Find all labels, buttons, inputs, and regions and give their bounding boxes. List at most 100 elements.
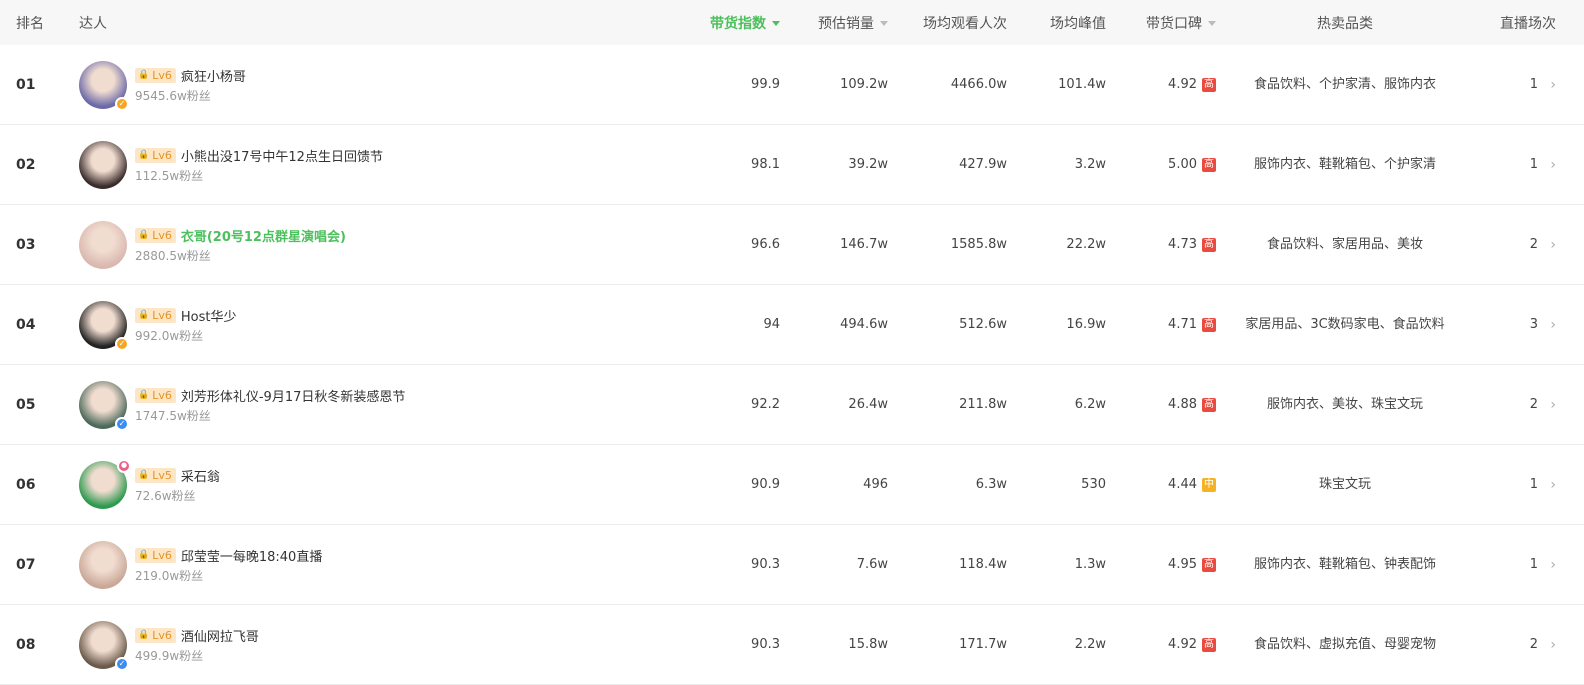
talent-info: 🔒 Lv6 刘芳形体礼仪-9月17日秋冬新装感恩节 1747.5w粉丝 <box>135 365 405 444</box>
talent-name-link[interactable]: 小熊出没17号中午12点生日回馈节 <box>181 146 383 165</box>
chevron-right-icon[interactable]: › <box>1550 285 1556 364</box>
avg-peak-value: 1.3w <box>1074 557 1106 572</box>
reputation-score: 4.92 <box>1168 77 1197 92</box>
sales-value: 496 <box>863 477 888 492</box>
talent-name-link[interactable]: 酒仙网拉飞哥 <box>181 626 259 645</box>
table-row[interactable]: 05 ✓ 🔒 Lv6 刘芳形体礼仪-9月17日秋冬新装感恩节 1747.5w粉丝 … <box>0 365 1584 445</box>
reputation-tag: 高 <box>1202 637 1216 652</box>
chevron-right-icon[interactable]: › <box>1550 365 1556 444</box>
avatar[interactable]: ✓ <box>79 300 129 351</box>
header-index-label: 带货指数 <box>710 15 766 32</box>
reputation-cell: 4.88 高 <box>1168 365 1216 444</box>
talent-name-link[interactable]: 刘芳形体礼仪-9月17日秋冬新装感恩节 <box>181 386 406 405</box>
header-hot-category: 热卖品类 <box>1317 15 1373 32</box>
talent-name-link[interactable]: 采石翁 <box>181 466 220 485</box>
index-value: 96.6 <box>751 237 780 252</box>
lock-icon: 🔒 <box>138 69 150 80</box>
index-value: 98.1 <box>751 157 780 172</box>
level-label: Lv6 <box>152 548 172 562</box>
sessions-count: 1 <box>1529 77 1538 92</box>
fans-count: 72.6w粉丝 <box>135 489 196 503</box>
avatar-cell[interactable]: ✓ <box>79 45 129 124</box>
table-body: 01 ✓ 🔒 Lv6 疯狂小杨哥 9545.6w粉丝 99.9 109.2w 44… <box>0 45 1584 685</box>
avatar-cell[interactable] <box>79 525 127 604</box>
sales-value: 109.2w <box>840 77 888 92</box>
talent-name-link[interactable]: 疯狂小杨哥 <box>181 66 246 85</box>
hot-category: 服饰内衣、美妆、珠宝文玩 <box>1266 396 1423 412</box>
chevron-right-icon[interactable]: › <box>1550 525 1556 604</box>
avatar-cell[interactable] <box>79 205 127 284</box>
lock-icon: 🔒 <box>138 309 150 320</box>
level-label: Lv6 <box>152 308 172 322</box>
level-badge: 🔒 Lv6 <box>135 147 176 163</box>
table-row[interactable]: 01 ✓ 🔒 Lv6 疯狂小杨哥 9545.6w粉丝 99.9 109.2w 44… <box>0 45 1584 125</box>
avatar[interactable]: ✓ <box>79 620 129 671</box>
sales-value: 7.6w <box>856 557 888 572</box>
avatar-cell[interactable]: ✓ <box>79 365 129 444</box>
reputation-score: 4.71 <box>1168 317 1197 332</box>
reputation-score: 4.92 <box>1168 637 1197 652</box>
table-row[interactable]: 04 ✓ 🔒 Lv6 Host华少 992.0w粉丝 94 494.6w 512.… <box>0 285 1584 365</box>
reputation-tag: 高 <box>1202 157 1216 172</box>
header-sort-reputation[interactable]: 带货口碑 <box>1146 0 1216 45</box>
sort-desc-icon <box>772 20 780 26</box>
fans-count: 2880.5w粉丝 <box>135 249 211 263</box>
table-row[interactable]: 03 🔒 Lv6 衣哥(20号12点群星演唱会) 2880.5w粉丝 96.6 1… <box>0 205 1584 285</box>
avatar-cell[interactable]: ✓ <box>79 285 129 364</box>
rank-number: 04 <box>16 316 36 333</box>
avatar[interactable] <box>79 540 127 589</box>
index-value: 99.9 <box>751 77 780 92</box>
avatar[interactable]: ✓ <box>79 380 129 431</box>
chevron-right-icon[interactable]: › <box>1550 125 1556 204</box>
reputation-cell: 4.73 高 <box>1168 205 1216 284</box>
fans-count: 9545.6w粉丝 <box>135 89 211 103</box>
avatar[interactable]: ✓ <box>79 60 129 111</box>
chevron-right-icon[interactable]: › <box>1550 605 1556 684</box>
avg-peak-value: 101.4w <box>1058 77 1106 92</box>
fans-count: 219.0w粉丝 <box>135 569 204 583</box>
avg-view-value: 512.6w <box>959 317 1007 332</box>
table-row[interactable]: 07 🔒 Lv6 邱莹莹一每晚18:40直播 219.0w粉丝 90.3 7.6w… <box>0 525 1584 605</box>
ranking-table: 排名 达人 带货指数 预估销量 场均观看人次 场均峰值 带货口碑 热卖品类 直播… <box>0 0 1584 685</box>
header-sort-index[interactable]: 带货指数 <box>710 0 780 45</box>
avatar[interactable]: ● <box>79 458 131 509</box>
index-value: 90.9 <box>751 477 780 492</box>
reputation-cell: 5.00 高 <box>1168 125 1216 204</box>
avg-peak-value: 22.2w <box>1066 237 1106 252</box>
sessions-count: 3 <box>1529 317 1538 332</box>
avg-view-value: 427.9w <box>959 157 1007 172</box>
chevron-right-icon[interactable]: › <box>1550 205 1556 284</box>
avatar-cell[interactable]: ✓ <box>79 605 129 684</box>
talent-info: 🔒 Lv6 疯狂小杨哥 9545.6w粉丝 <box>135 45 246 124</box>
talent-name-link[interactable]: 衣哥(20号12点群星演唱会) <box>181 226 346 245</box>
avatar-cell[interactable]: ● <box>79 445 131 524</box>
rank-number: 03 <box>16 236 36 253</box>
chevron-right-icon[interactable]: › <box>1550 45 1556 124</box>
avatar-cell[interactable] <box>79 125 127 204</box>
table-header: 排名 达人 带货指数 预估销量 场均观看人次 场均峰值 带货口碑 热卖品类 直播… <box>0 0 1584 45</box>
reputation-tag: 中 <box>1202 477 1216 492</box>
table-row[interactable]: 02 🔒 Lv6 小熊出没17号中午12点生日回馈节 112.5w粉丝 98.1 … <box>0 125 1584 205</box>
header-sort-sales[interactable]: 预估销量 <box>818 0 888 45</box>
sessions-count: 2 <box>1529 237 1538 252</box>
reputation-score: 4.44 <box>1168 477 1197 492</box>
sales-value: 146.7w <box>840 237 888 252</box>
sessions-count: 2 <box>1529 637 1538 652</box>
talent-name-link[interactable]: 邱莹莹一每晚18:40直播 <box>181 546 322 565</box>
avatar[interactable] <box>79 140 127 189</box>
sessions-count: 1 <box>1529 157 1538 172</box>
fans-count: 992.0w粉丝 <box>135 329 204 343</box>
header-talent: 达人 <box>79 15 107 32</box>
header-avg-peak: 场均峰值 <box>1050 15 1106 32</box>
level-badge: 🔒 Lv5 <box>135 467 176 483</box>
reputation-tag: 高 <box>1202 557 1216 572</box>
talent-name-link[interactable]: Host华少 <box>181 306 237 325</box>
rank-number: 01 <box>16 76 36 93</box>
table-row[interactable]: 08 ✓ 🔒 Lv6 酒仙网拉飞哥 499.9w粉丝 90.3 15.8w 171… <box>0 605 1584 685</box>
reputation-score: 4.95 <box>1168 557 1197 572</box>
chevron-right-icon[interactable]: › <box>1550 445 1556 524</box>
sessions-count: 1 <box>1529 557 1538 572</box>
level-label: Lv6 <box>152 228 172 242</box>
table-row[interactable]: 06 ● 🔒 Lv5 采石翁 72.6w粉丝 90.9 496 6.3w 530 … <box>0 445 1584 525</box>
avatar[interactable] <box>79 220 127 269</box>
